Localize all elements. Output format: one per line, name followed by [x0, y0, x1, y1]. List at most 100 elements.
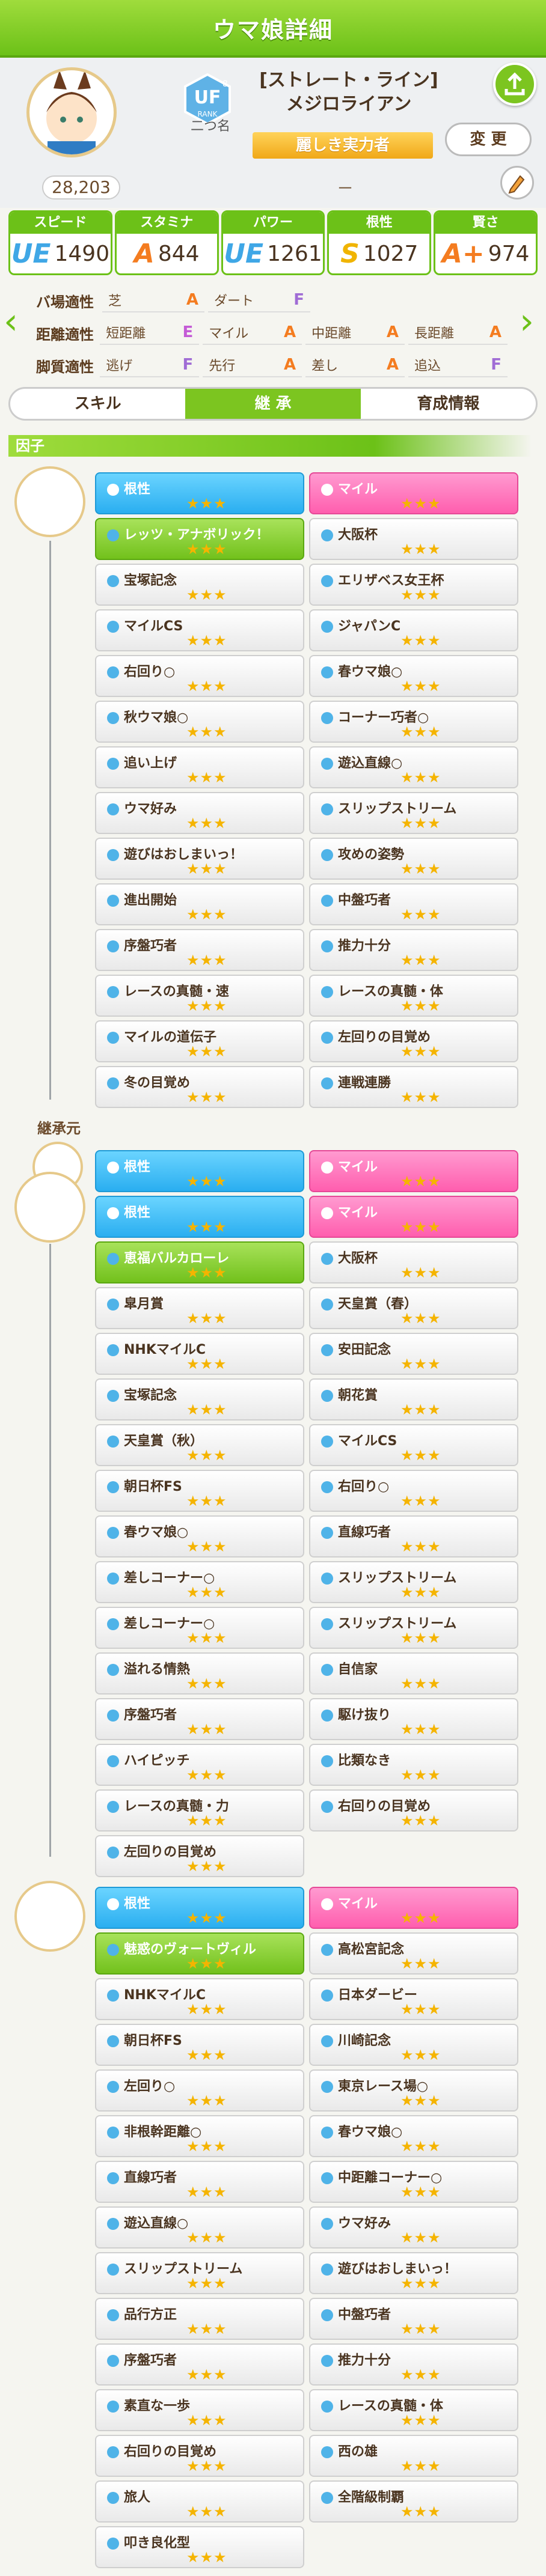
factor-item[interactable]: 天皇賞（秋） ★★★	[95, 1424, 304, 1466]
factor-item[interactable]: 品行方正 ★★★	[95, 2298, 304, 2340]
factor-item[interactable]: 根性 ★★★	[95, 1196, 304, 1238]
factor-item[interactable]: マイルの道伝子 ★★★	[95, 1020, 304, 1062]
factor-item[interactable]: NHKマイルC ★★★	[95, 1978, 304, 2020]
factor-item[interactable]: 叩き良化型 ★★★	[95, 2526, 304, 2568]
factor-item[interactable]: スリップストリーム ★★★	[309, 792, 518, 834]
factor-item[interactable]: 朝日杯FS ★★★	[95, 1470, 304, 1512]
factor-item[interactable]: 朝日杯FS ★★★	[95, 2024, 304, 2066]
factor-item[interactable]: 攻めの姿勢 ★★★	[309, 838, 518, 880]
factor-item[interactable]: 推力十分 ★★★	[309, 929, 518, 971]
factor-item[interactable]: 遊びはおしまいっ！ ★★★	[309, 2252, 518, 2294]
factor-item[interactable]: 右回りの目覚め ★★★	[309, 1789, 518, 1832]
factor-item[interactable]: 遊びはおしまいっ！ ★★★	[95, 838, 304, 880]
factor-item[interactable]: 冬の目覚め ★★★	[95, 1066, 304, 1108]
factor-item[interactable]: 高松宮記念 ★★★	[309, 1932, 518, 1975]
factor-item[interactable]: レッツ・アナボリック！ ★★★	[95, 518, 304, 560]
factor-item[interactable]: コーナー巧者○ ★★★	[309, 701, 518, 743]
factor-item[interactable]: マイルCS ★★★	[95, 609, 304, 651]
factor-item[interactable]: スリップストリーム ★★★	[95, 2252, 304, 2294]
factor-item[interactable]: 魅惑のヴォートヴィル ★★★	[95, 1932, 304, 1975]
factor-item[interactable]: NHKマイルC ★★★	[95, 1333, 304, 1375]
factor-item[interactable]: 中距離コーナー○ ★★★	[309, 2161, 518, 2203]
factor-item[interactable]: 左回りの目覚め ★★★	[309, 1020, 518, 1062]
next-arrow-icon[interactable]: ›	[520, 300, 534, 343]
factor-item[interactable]: エリザベス女王杯 ★★★	[309, 564, 518, 606]
factor-item[interactable]: 皐月賞 ★★★	[95, 1287, 304, 1329]
factor-item[interactable]: レースの真髄・力 ★★★	[95, 1789, 304, 1832]
factor-item[interactable]: ウマ好み ★★★	[309, 2206, 518, 2249]
factor-item[interactable]: 比類なき ★★★	[309, 1744, 518, 1786]
factor-item[interactable]: 西の雄 ★★★	[309, 2435, 518, 2477]
factor-item[interactable]: 連戦連勝 ★★★	[309, 1066, 518, 1108]
factor-item[interactable]: ジャパンC ★★★	[309, 609, 518, 651]
factor-item[interactable]: 序盤巧者 ★★★	[95, 1698, 304, 1740]
tab-training-info[interactable]: 育成情報	[361, 389, 536, 419]
factor-label: 朝日杯FS	[124, 1479, 182, 1494]
factor-item[interactable]: 遊込直線○ ★★★	[309, 746, 518, 788]
factor-item[interactable]: 中盤巧者 ★★★	[309, 883, 518, 925]
factor-item[interactable]: 左回りの目覚め ★★★	[95, 1835, 304, 1877]
factor-item[interactable]: 推力十分 ★★★	[309, 2343, 518, 2386]
edit-button[interactable]	[500, 166, 534, 199]
share-button[interactable]	[493, 62, 536, 106]
factor-item[interactable]: 溢れる情熱 ★★★	[95, 1652, 304, 1694]
factor-item[interactable]: 遊込直線○ ★★★	[95, 2206, 304, 2249]
factor-item[interactable]: 非根幹距離○ ★★★	[95, 2115, 304, 2157]
parent1-character-icon	[14, 1172, 85, 1243]
factor-item[interactable]: マイル ★★★	[309, 1196, 518, 1238]
factor-item[interactable]: 直線巧者 ★★★	[309, 1515, 518, 1557]
prev-arrow-icon[interactable]: ‹	[4, 300, 18, 343]
factor-item[interactable]: スリップストリーム ★★★	[309, 1607, 518, 1649]
factor-item[interactable]: 天皇賞（春） ★★★	[309, 1287, 518, 1329]
factor-item[interactable]: 素直な一歩 ★★★	[95, 2389, 304, 2431]
factor-item[interactable]: マイル ★★★	[309, 472, 518, 514]
factor-item[interactable]: 東京レース場○ ★★★	[309, 2069, 518, 2112]
factor-item[interactable]: 全階級制覇 ★★★	[309, 2480, 518, 2523]
factor-item[interactable]: ウマ好み ★★★	[95, 792, 304, 834]
factor-item[interactable]: 駆け抜り ★★★	[309, 1698, 518, 1740]
factor-item[interactable]: 安田記念 ★★★	[309, 1333, 518, 1375]
factor-item[interactable]: 大阪杯 ★★★	[309, 1241, 518, 1283]
factor-item[interactable]: 宝塚記念 ★★★	[95, 564, 304, 606]
factor-item[interactable]: 序盤巧者 ★★★	[95, 2343, 304, 2386]
factor-item[interactable]: 右回りの目覚め ★★★	[95, 2435, 304, 2477]
factor-item[interactable]: 春ウマ娘○ ★★★	[309, 655, 518, 697]
factor-item[interactable]: レースの真髄・速 ★★★	[95, 975, 304, 1017]
factor-item[interactable]: マイル ★★★	[309, 1150, 518, 1192]
factor-item[interactable]: 大阪杯 ★★★	[309, 518, 518, 560]
change-button[interactable]: 変 更	[445, 123, 532, 156]
factor-item[interactable]: 恵福バルカローレ ★★★	[95, 1241, 304, 1283]
factor-item[interactable]: 差しコーナー○ ★★★	[95, 1607, 304, 1649]
factor-item[interactable]: 根性 ★★★	[95, 1887, 304, 1929]
factor-item[interactable]: 直線巧者 ★★★	[95, 2161, 304, 2203]
factor-item[interactable]: 宝塚記念 ★★★	[95, 1378, 304, 1420]
factor-item[interactable]: 秋ウマ娘○ ★★★	[95, 701, 304, 743]
factor-item[interactable]: 差しコーナー○ ★★★	[95, 1561, 304, 1603]
factor-item[interactable]: 中盤巧者 ★★★	[309, 2298, 518, 2340]
factor-item[interactable]: 進出開始 ★★★	[95, 883, 304, 925]
factor-item[interactable]: 追い上げ ★★★	[95, 746, 304, 788]
factor-item[interactable]: スリップストリーム ★★★	[309, 1561, 518, 1603]
factor-item[interactable]: 右回り○ ★★★	[95, 655, 304, 697]
factor-item[interactable]: レースの真髄・体 ★★★	[309, 2389, 518, 2431]
factor-item[interactable]: 右回り○ ★★★	[309, 1470, 518, 1512]
factor-item[interactable]: 朝花賞 ★★★	[309, 1378, 518, 1420]
tab-inherit[interactable]: 継 承	[185, 389, 361, 419]
factor-item[interactable]: 自信家 ★★★	[309, 1652, 518, 1694]
factor-item[interactable]: 川崎記念 ★★★	[309, 2024, 518, 2066]
aptitude-grade: F	[491, 356, 502, 374]
factor-item[interactable]: 春ウマ娘○ ★★★	[309, 2115, 518, 2157]
factor-item[interactable]: 根性 ★★★	[95, 472, 304, 514]
factor-item[interactable]: レースの真髄・体 ★★★	[309, 975, 518, 1017]
factor-item[interactable]: 根性 ★★★	[95, 1150, 304, 1192]
tab-skill[interactable]: スキル	[10, 389, 185, 419]
star-rating-icon: ★★★	[400, 1910, 441, 1926]
factor-item[interactable]: ハイピッチ ★★★	[95, 1744, 304, 1786]
factor-item[interactable]: 旅人 ★★★	[95, 2480, 304, 2523]
factor-item[interactable]: マイルCS ★★★	[309, 1424, 518, 1466]
factor-item[interactable]: マイル ★★★	[309, 1887, 518, 1929]
factor-item[interactable]: 日本ダービー ★★★	[309, 1978, 518, 2020]
factor-item[interactable]: 序盤巧者 ★★★	[95, 929, 304, 971]
factor-item[interactable]: 左回り○ ★★★	[95, 2069, 304, 2112]
factor-item[interactable]: 春ウマ娘○ ★★★	[95, 1515, 304, 1557]
